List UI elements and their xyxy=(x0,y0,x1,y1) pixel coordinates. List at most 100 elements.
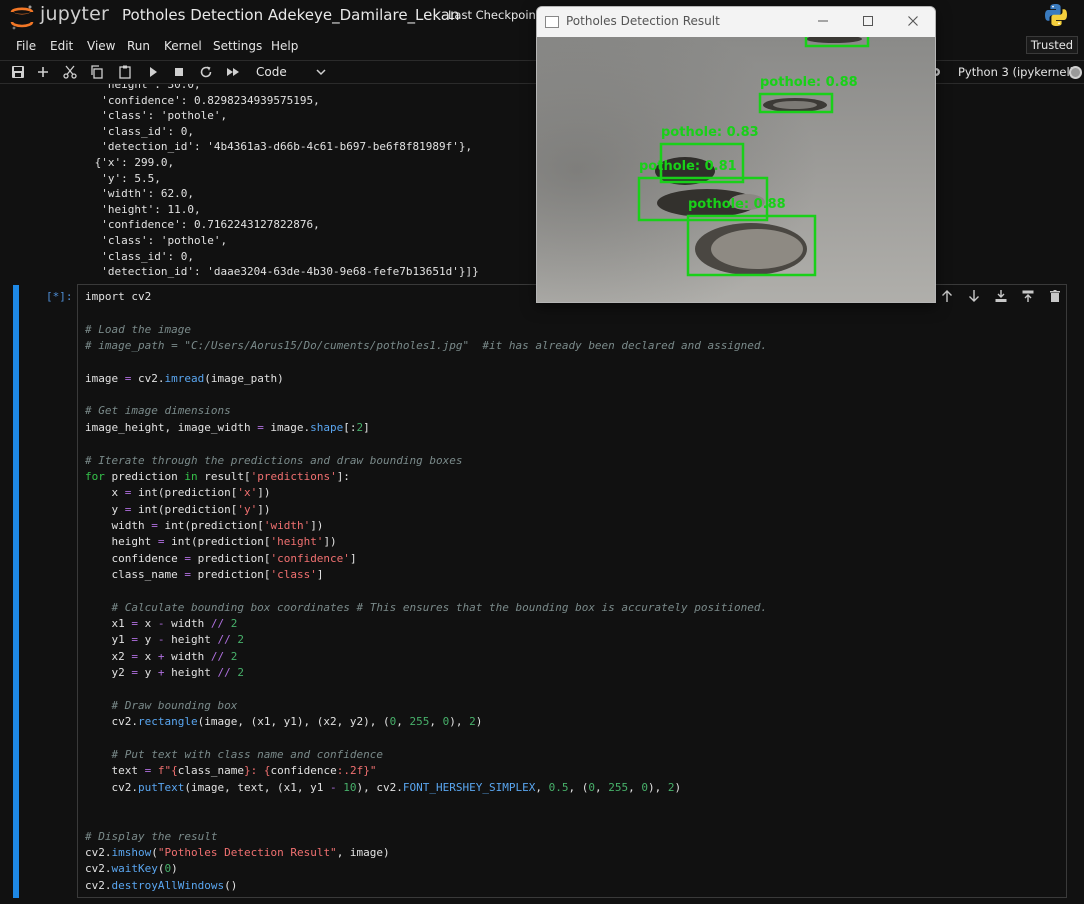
insert-above-icon[interactable] xyxy=(1021,289,1035,303)
code-token: 'x' xyxy=(237,486,258,500)
code-token: y xyxy=(137,633,158,647)
code-token: }: { xyxy=(243,764,271,778)
code-token: int(prediction[ xyxy=(131,502,238,516)
code-token: ]) xyxy=(257,502,271,516)
code-token: x xyxy=(137,649,158,663)
code-line[interactable]: x1 = x - width // 2 xyxy=(85,617,237,630)
code-line[interactable]: width = int(prediction['width']) xyxy=(85,519,323,532)
code-token: (image_path) xyxy=(204,371,284,385)
code-token: width xyxy=(164,617,211,630)
kernel-name[interactable]: Python 3 (ipykernel) xyxy=(958,65,1074,79)
fast-forward-icon[interactable] xyxy=(225,64,241,80)
code-token: () xyxy=(224,878,238,892)
add-cell-icon[interactable] xyxy=(35,64,51,80)
save-icon[interactable] xyxy=(10,64,26,80)
move-down-icon[interactable] xyxy=(967,289,981,303)
stop-icon[interactable] xyxy=(171,64,187,80)
code-line[interactable]: cv2.destroyAllWindows() xyxy=(85,879,237,892)
code-line[interactable]: # Load the image xyxy=(85,323,191,336)
result-window[interactable]: Potholes Detection Result pothole: 0.88 … xyxy=(536,6,936,303)
code-line[interactable]: x = int(prediction['x']) xyxy=(85,486,270,499)
code-token: :.2f}" xyxy=(336,764,377,778)
code-token: ), xyxy=(647,780,668,794)
code-line[interactable]: # Calculate bounding box coordinates # T… xyxy=(85,601,767,614)
code-token: , xyxy=(594,780,609,794)
code-line[interactable]: y = int(prediction['y']) xyxy=(85,503,270,516)
cell-type-select[interactable]: Code xyxy=(250,63,330,81)
move-up-icon[interactable] xyxy=(940,289,954,303)
code-line[interactable]: y1 = y - height // 2 xyxy=(85,633,244,647)
code-line[interactable]: for prediction in result['predictions']: xyxy=(85,470,350,483)
menu-settings[interactable]: Settings xyxy=(213,39,262,53)
code-line[interactable]: # Display the result xyxy=(85,830,217,843)
code-token: 'height' xyxy=(270,535,324,549)
restart-icon[interactable] xyxy=(198,64,214,80)
code-token: # image_path = "C:/Users/Aorus15/Do/cume… xyxy=(85,339,768,353)
result-window-title: Potholes Detection Result xyxy=(566,14,720,28)
code-line[interactable]: # Draw bounding box xyxy=(85,699,237,712)
result-window-titlebar[interactable]: Potholes Detection Result xyxy=(537,7,935,37)
code-line[interactable]: # Iterate through the predictions and dr… xyxy=(85,454,463,467)
code-line[interactable]: cv2.waitKey(0) xyxy=(85,862,178,875)
delete-cell-icon[interactable] xyxy=(1048,289,1062,303)
output-line: {'x': 299.0, xyxy=(88,156,175,169)
detection-label: pothole: 0.88 xyxy=(760,75,858,90)
run-icon[interactable] xyxy=(145,64,161,80)
code-token: 0.5 xyxy=(548,780,569,794)
code-editor[interactable]: import cv2 # Load the image # image_path =… xyxy=(77,284,1067,898)
code-token: class_name xyxy=(177,764,244,778)
code-line[interactable]: text = f"{class_name}: {confidence:.2f}" xyxy=(85,764,376,777)
cut-icon[interactable] xyxy=(62,64,78,80)
code-line[interactable]: # Get image dimensions xyxy=(85,404,231,417)
code-token: 'predictions' xyxy=(250,469,337,483)
code-token: (image, (x1, y1), (x2, y2), ( xyxy=(197,715,390,729)
code-token: int(prediction[ xyxy=(131,486,238,500)
jupyter-logo-icon[interactable] xyxy=(10,4,34,30)
code-token: ] xyxy=(349,551,357,565)
code-token: ) xyxy=(171,862,178,876)
jupyter-wordmark[interactable]: jupyter xyxy=(40,3,109,25)
maximize-icon[interactable] xyxy=(857,11,879,31)
menu-view[interactable]: View xyxy=(87,39,115,53)
code-token: # Iterate through the predictions and dr… xyxy=(85,453,463,467)
code-token: int(prediction[ xyxy=(157,518,264,532)
menu-edit[interactable]: Edit xyxy=(50,39,73,53)
code-token: 0 xyxy=(641,780,648,794)
code-line[interactable]: cv2.imshow("Potholes Detection Result", … xyxy=(85,846,390,859)
code-line[interactable]: y2 = y + height // 2 xyxy=(85,666,243,679)
code-line[interactable]: confidence = prediction['confidence'] xyxy=(85,551,357,565)
detection-label: pothole: 0.88 xyxy=(688,197,786,212)
code-token: 10 xyxy=(343,780,357,794)
code-line[interactable]: image = cv2.imread(image_path) xyxy=(85,372,284,385)
code-line[interactable]: height = int(prediction['height']) xyxy=(85,535,336,549)
menu-kernel[interactable]: Kernel xyxy=(164,39,202,53)
minimize-icon[interactable] xyxy=(812,11,834,31)
code-token: x1 xyxy=(85,617,132,630)
close-icon[interactable] xyxy=(902,11,924,31)
code-token: confidence xyxy=(85,551,185,565)
copy-icon[interactable] xyxy=(89,64,105,80)
menu-file[interactable]: File xyxy=(16,39,36,53)
code-line[interactable]: # image_path = "C:/Users/Aorus15/Do/cume… xyxy=(85,339,767,352)
code-token: imshow xyxy=(111,845,152,859)
code-line[interactable]: cv2.putText(image, text, (x1, y1 - 10), … xyxy=(85,781,681,794)
detection-label: pothole: 0.83 xyxy=(661,125,759,140)
code-line[interactable]: cv2.rectangle(image, (x1, y1), (x2, y2),… xyxy=(85,715,482,728)
code-line[interactable]: x2 = x + width // 2 xyxy=(85,650,237,663)
code-line[interactable]: # Put text with class name and confidenc… xyxy=(85,748,383,761)
detection-label: pothole: 0.81 xyxy=(639,159,737,174)
code-line[interactable]: import cv2 xyxy=(85,290,151,303)
trusted-indicator[interactable]: Trusted xyxy=(1026,36,1078,54)
code-token: cv2. xyxy=(85,862,112,876)
code-token: // xyxy=(210,649,225,663)
code-line[interactable]: image_height, image_width = image.shape[… xyxy=(85,421,370,434)
code-token: 2 xyxy=(237,633,244,647)
code-token: ) xyxy=(475,715,483,729)
notebook-title[interactable]: Potholes Detection Adekeye_Damilare_Leka… xyxy=(122,6,460,24)
menu-help[interactable]: Help xyxy=(271,39,298,53)
insert-below-icon[interactable] xyxy=(994,289,1008,303)
menu-run[interactable]: Run xyxy=(127,39,150,53)
paste-icon[interactable] xyxy=(117,64,133,80)
code-line[interactable]: class_name = prediction['class'] xyxy=(85,568,323,581)
